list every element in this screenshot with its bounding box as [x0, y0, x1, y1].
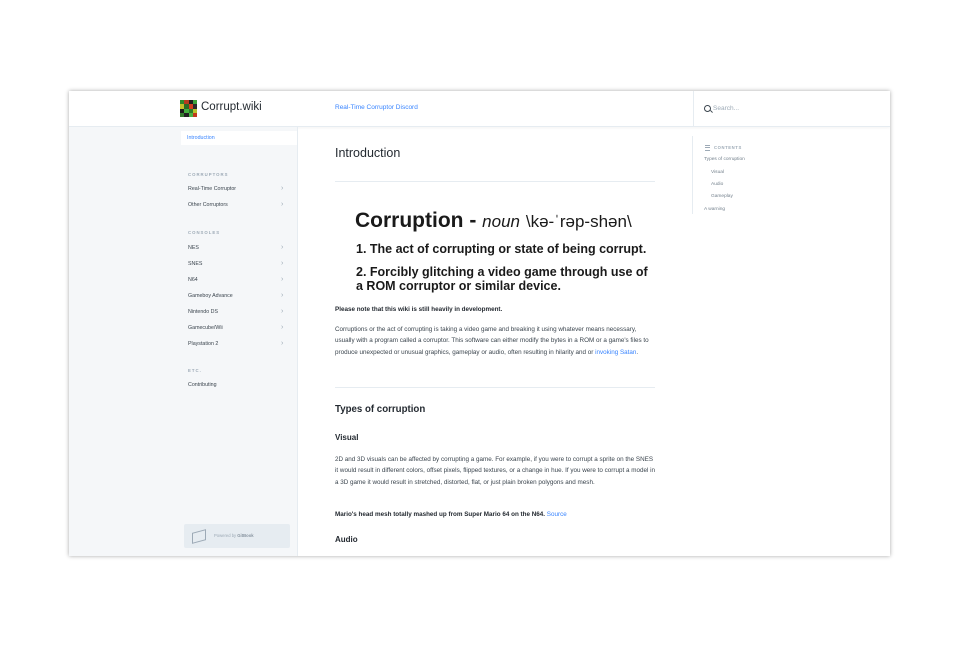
site-brand[interactable]: Corrupt.wiki: [201, 101, 262, 113]
chevron-right-icon: ›: [281, 340, 284, 347]
definition-image: Corruption - noun \kə-ˈrəp-shən\ 1. The …: [339, 206, 659, 296]
toc-heading: CONTENTS: [714, 145, 742, 150]
divider: [335, 181, 655, 182]
toc-divider: [692, 136, 693, 214]
chevron-right-icon: ›: [281, 185, 284, 192]
definition-title: Corruption - noun \kə-ˈrəp-shən\: [355, 209, 632, 232]
search-box[interactable]: [693, 91, 890, 126]
page-title: Introduction: [335, 146, 401, 160]
image-caption: Mario's head mesh totally mashed up from…: [335, 511, 567, 518]
visual-paragraph: 2D and 3D visuals can be affected by cor…: [335, 456, 656, 486]
chevron-right-icon: ›: [281, 260, 284, 267]
section-title-etc: ETC.: [188, 368, 202, 373]
section-heading-visual: Visual: [335, 433, 359, 442]
toc-item-a-warning[interactable]: A warning: [704, 207, 725, 212]
section-heading-types: Types of corruption: [335, 404, 426, 415]
chevron-right-icon: ›: [281, 201, 284, 208]
chevron-right-icon: ›: [281, 308, 284, 315]
chevron-right-icon: ›: [281, 324, 284, 331]
sidebar: Introduction CORRUPTORS Real-Time Corrup…: [69, 127, 298, 556]
section-title-consoles: CONSOLES: [188, 230, 221, 235]
chevron-right-icon: ›: [281, 292, 284, 299]
intro-paragraph: Corruptions or the act of corrupting is …: [335, 326, 649, 356]
top-header: Corrupt.wiki Real-Time Corruptor Discord: [69, 91, 890, 127]
toc-item-audio[interactable]: Audio: [711, 182, 723, 187]
list-icon: [705, 145, 710, 151]
search-icon: [704, 105, 711, 112]
powered-by-gitbook[interactable]: Powered by GitBook: [184, 524, 290, 548]
section-heading-audio: Audio: [335, 535, 358, 544]
gitbook-icon: [192, 529, 206, 544]
toc-item-types-of-corruption[interactable]: Types of corruption: [704, 157, 745, 162]
invoking-satan-link[interactable]: invoking Satan: [595, 349, 636, 356]
section-title-corruptors: CORRUPTORS: [188, 172, 229, 177]
discord-link[interactable]: Real-Time Corruptor Discord: [335, 104, 418, 111]
definition-2: 2. Forcibly glitching a video game throu…: [356, 265, 648, 293]
browser-page: Corrupt.wiki Real-Time Corruptor Discord…: [69, 91, 890, 556]
chevron-right-icon: ›: [281, 244, 284, 251]
sidebar-item-introduction[interactable]: Introduction: [181, 131, 297, 145]
development-note: Please note that this wiki is still heav…: [335, 306, 503, 313]
toc-item-visual[interactable]: Visual: [711, 170, 724, 175]
source-link[interactable]: Source: [547, 511, 567, 518]
divider: [335, 387, 655, 388]
chevron-right-icon: ›: [281, 276, 284, 283]
site-logo[interactable]: [180, 100, 197, 117]
definition-1: 1. The act of corrupting or state of bei…: [356, 242, 647, 256]
search-input[interactable]: [713, 102, 863, 114]
toc-item-gameplay[interactable]: Gameplay: [711, 194, 733, 199]
